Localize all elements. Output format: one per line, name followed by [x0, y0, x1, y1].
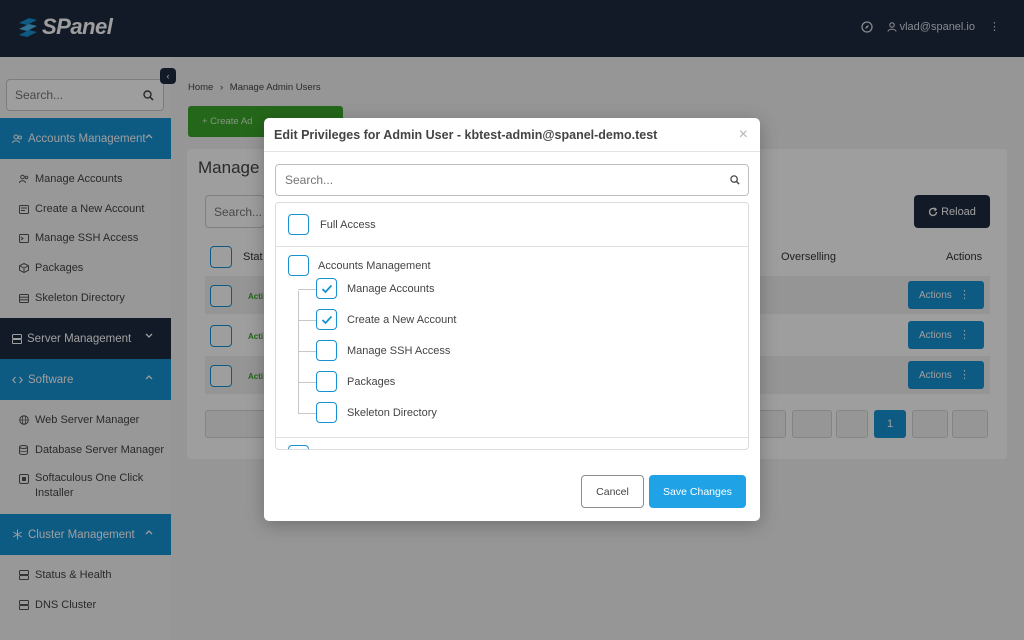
modal-header: Edit Privileges for Admin User - kbtest-… [264, 118, 760, 152]
next-group-checkbox[interactable] [288, 445, 309, 449]
tree-line [298, 413, 316, 414]
tree-line [298, 382, 316, 383]
checkmark-icon [321, 284, 332, 293]
create-account-label[interactable]: Create a New Account [347, 314, 456, 326]
cancel-button[interactable]: Cancel [581, 475, 644, 508]
skeleton-directory-label[interactable]: Skeleton Directory [347, 407, 437, 419]
tree-line [298, 291, 299, 414]
skeleton-directory-checkbox[interactable] [316, 402, 337, 423]
save-changes-button[interactable]: Save Changes [649, 475, 746, 508]
manage-ssh-checkbox[interactable] [316, 340, 337, 361]
tree-line [298, 351, 316, 352]
divider [276, 246, 748, 247]
packages-label[interactable]: Packages [347, 376, 395, 388]
modal-title: Edit Privileges for Admin User - kbtest-… [274, 128, 658, 142]
checkmark-icon [321, 315, 332, 324]
privileges-search-input[interactable] [275, 164, 749, 196]
manage-ssh-label[interactable]: Manage SSH Access [347, 345, 450, 357]
tree-line [298, 320, 316, 321]
packages-checkbox[interactable] [316, 371, 337, 392]
manage-accounts-checkbox[interactable] [316, 278, 337, 299]
accounts-management-checkbox[interactable] [288, 255, 309, 276]
full-access-label[interactable]: Full Access [320, 219, 376, 231]
privileges-list[interactable]: Full Access Accounts Management Manage A… [275, 202, 749, 450]
manage-accounts-label[interactable]: Manage Accounts [347, 283, 434, 295]
search-icon[interactable] [730, 175, 740, 185]
full-access-checkbox[interactable] [288, 214, 309, 235]
tree-line [298, 289, 316, 290]
accounts-management-label[interactable]: Accounts Management [318, 260, 431, 272]
close-icon[interactable]: × [739, 126, 748, 144]
create-account-checkbox[interactable] [316, 309, 337, 330]
edit-privileges-modal: Edit Privileges for Admin User - kbtest-… [264, 118, 760, 521]
divider [276, 437, 748, 438]
